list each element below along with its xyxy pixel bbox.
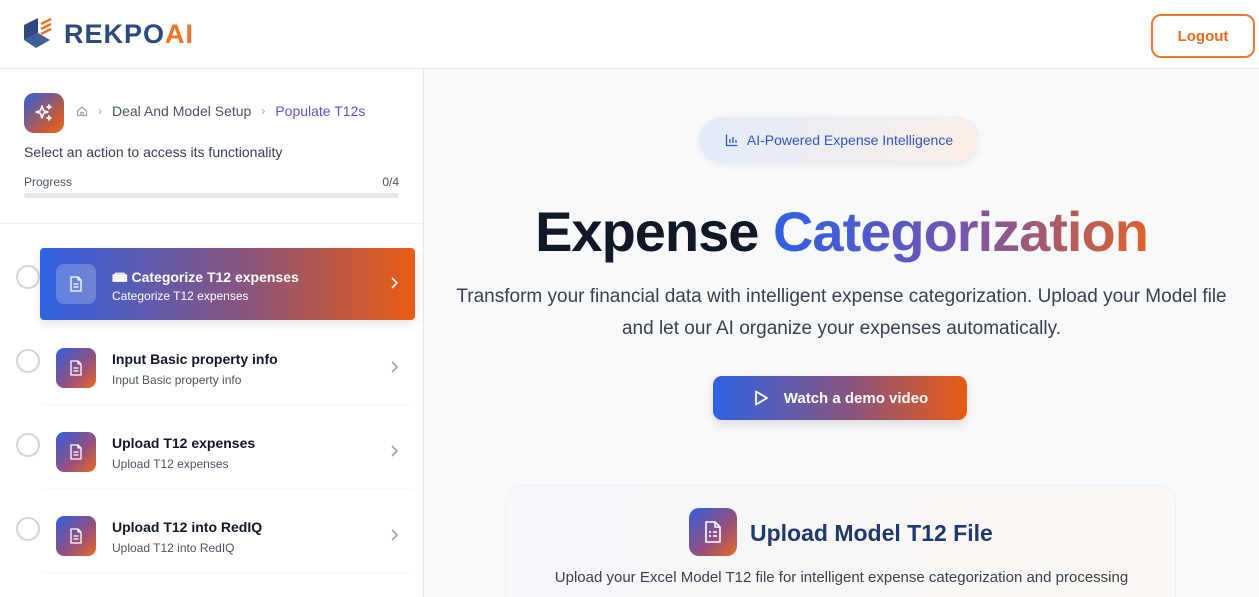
- chevron-right-icon: [391, 529, 399, 541]
- upload-card: Upload Model T12 File Upload your Excel …: [505, 485, 1176, 597]
- progress-label: Progress: [24, 175, 73, 189]
- step-status-radio[interactable]: [16, 517, 40, 541]
- step-row-2: Input Basic property info Input Basic pr…: [0, 332, 423, 404]
- step-title: Upload T12 expenses: [112, 435, 256, 451]
- page-title: Expense Categorization: [535, 200, 1149, 263]
- upload-card-title: Upload Model T12 File: [750, 520, 993, 546]
- document-icon: [56, 264, 96, 304]
- step-subtitle: Input Basic property info: [112, 373, 242, 387]
- top-header: REKPOAI Logout: [0, 0, 1259, 69]
- document-icon: [56, 516, 96, 556]
- document-icon: [56, 432, 96, 472]
- step-subtitle: Categorize T12 expenses: [112, 289, 249, 303]
- sidebar-header: › Deal And Model Setup › Populate T12s S…: [0, 69, 423, 224]
- breadcrumb-parent[interactable]: Deal And Model Setup: [112, 103, 251, 119]
- step-status-radio[interactable]: [16, 349, 40, 373]
- ai-badge-pill: AI-Powered Expense Intelligence: [699, 117, 979, 163]
- ai-badge-label: AI-Powered Expense Intelligence: [746, 132, 954, 148]
- chevron-right-icon: [391, 277, 399, 289]
- step-status-radio[interactable]: [16, 433, 40, 457]
- step-title: 📾 Categorize T12 expenses: [112, 269, 299, 285]
- watch-demo-button[interactable]: Watch a demo video: [713, 376, 967, 420]
- chevron-right-icon: ›: [98, 104, 102, 118]
- step-card[interactable]: Input Basic property info Input Basic pr…: [40, 332, 415, 404]
- file-spreadsheet-icon: [689, 508, 737, 556]
- document-icon: [56, 348, 96, 388]
- progress-count: 0/4: [382, 175, 399, 189]
- chevron-right-icon: [391, 361, 399, 373]
- main-content: AI-Powered Expense Intelligence Expense …: [424, 69, 1259, 597]
- step-card[interactable]: Upload T12 expenses Upload T12 expenses: [40, 416, 415, 488]
- brand-name: REKPOAI: [64, 18, 195, 49]
- step-card[interactable]: 📾 Categorize T12 expenses Categorize T12…: [40, 248, 415, 320]
- step-card[interactable]: Upload T12 into RedIQ Upload T12 into Re…: [40, 500, 415, 572]
- chevron-right-icon: ›: [261, 104, 266, 118]
- home-icon[interactable]: [76, 105, 88, 117]
- brand-logo[interactable]: REKPOAI: [20, 15, 194, 53]
- sidebar: › Deal And Model Setup › Populate T12s S…: [0, 69, 424, 597]
- watch-demo-label: Watch a demo video: [783, 389, 929, 407]
- step-title: Upload T12 into RedIQ: [112, 519, 263, 535]
- logo-cube-icon: [24, 17, 52, 48]
- logout-button[interactable]: Logout: [1151, 14, 1255, 58]
- step-subtitle: Upload T12 expenses: [112, 457, 229, 471]
- step-row-4: Upload T12 into RedIQ Upload T12 into Re…: [0, 500, 423, 572]
- breadcrumb: › Deal And Model Setup › Populate T12s: [76, 103, 365, 119]
- step-row-3: Upload T12 expenses Upload T12 expenses: [0, 416, 423, 488]
- play-icon: [754, 390, 768, 406]
- sparkles-icon: [24, 93, 64, 133]
- progress-bar: [24, 193, 399, 198]
- step-row-1: 📾 Categorize T12 expenses Categorize T12…: [0, 248, 423, 320]
- breadcrumb-current: Populate T12s: [275, 103, 366, 119]
- bar-chart-icon: [725, 134, 738, 147]
- step-title: Input Basic property info: [112, 351, 278, 367]
- step-status-radio[interactable]: [16, 265, 40, 289]
- chevron-right-icon: [391, 445, 399, 457]
- page-description: Transform your financial data with intel…: [456, 286, 1227, 339]
- upload-card-description: Upload your Excel Model T12 file for int…: [554, 569, 1129, 586]
- step-subtitle: Upload T12 into RedIQ: [112, 541, 235, 555]
- sidebar-subtitle: Select an action to access its functiona…: [24, 144, 283, 160]
